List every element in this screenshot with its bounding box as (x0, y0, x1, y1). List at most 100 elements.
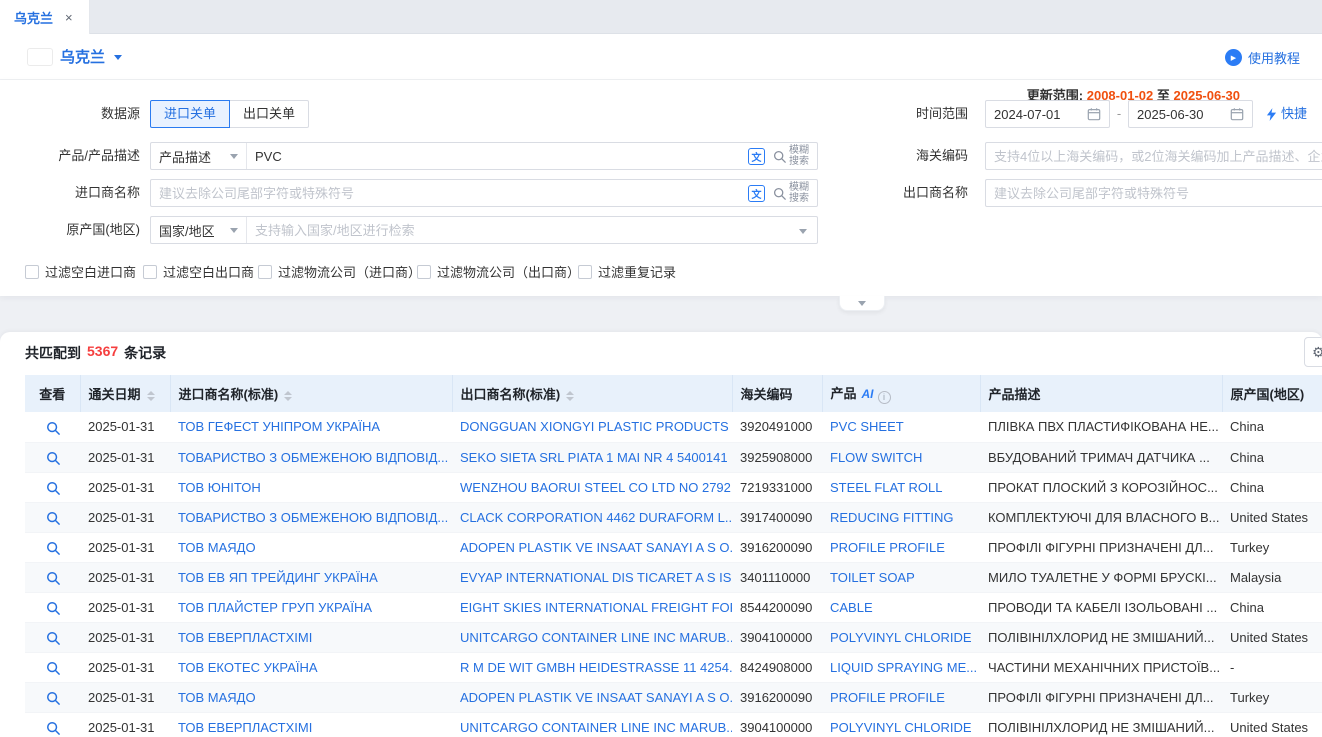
exporter-name-link[interactable]: UNITCARGO CONTAINER LINE INC MARUB... (452, 712, 732, 737)
column-importer-name[interactable]: 进口商名称(标准) (170, 375, 452, 412)
view-record-button[interactable] (25, 622, 80, 652)
exporter-name-link[interactable]: R M DE WIT GMBH HEIDESTRASSE 11 4254... (452, 652, 732, 682)
view-record-button[interactable] (25, 532, 80, 562)
table-settings-button[interactable]: ⚙ (1304, 337, 1322, 367)
origin-type-select[interactable]: 国家/地区 (151, 217, 247, 243)
fuzzy-search-toggle[interactable]: 模糊搜索 (773, 182, 809, 204)
importer-name-link[interactable]: ТОВ ЕВЕРПЛАСТХІМІ (170, 712, 452, 737)
magnifier-icon (46, 691, 60, 705)
exporter-name-link[interactable]: WENZHOU BAORUI STEEL CO LTD NO 2792... (452, 472, 732, 502)
origin-label: 原产国(地区) (0, 216, 140, 244)
filter-duplicate-records-checkbox[interactable]: 过滤重复记录 (578, 262, 676, 281)
view-record-button[interactable] (25, 682, 80, 712)
product-link[interactable]: PVC SHEET (822, 412, 980, 442)
country-selector[interactable]: 乌克兰 (60, 46, 105, 67)
exporter-name-link[interactable]: ADOPEN PLASTIK VE INSAAT SANAYI A S O... (452, 532, 732, 562)
importer-name-link[interactable]: ТОВ ЕВ ЯП ТРЕЙДИНГ УКРАЇНА (170, 562, 452, 592)
quick-select-button[interactable]: 快捷 (1266, 100, 1307, 128)
product-type-select[interactable]: 产品描述 (151, 143, 247, 169)
match-prefix: 共匹配到 (25, 343, 81, 363)
tab-close-icon[interactable]: × (65, 11, 73, 24)
import-declarations-button[interactable]: 进口关单 (150, 100, 230, 128)
exporter-name-link[interactable]: CLACK CORPORATION 4462 DURAFORM L... (452, 502, 732, 532)
filter-logistics-exporter-checkbox[interactable]: 过滤物流公司（出口商） (417, 262, 580, 281)
filter-blank-exporter-checkbox[interactable]: 过滤空白出口商 (143, 262, 254, 281)
exporter-name-link[interactable]: ADOPEN PLASTIK VE INSAAT SANAYI A S O... (452, 682, 732, 712)
export-declarations-button[interactable]: 出口关单 (230, 100, 309, 128)
importer-name-link[interactable]: ТОВ ЕВЕРПЛАСТХІМІ (170, 622, 452, 652)
checkbox-label: 过滤物流公司（出口商） (437, 262, 580, 281)
product-search-input[interactable] (247, 143, 748, 169)
hscode-input[interactable] (985, 142, 1322, 170)
column-exporter-name[interactable]: 出口商名称(标准) (452, 375, 732, 412)
view-record-button[interactable] (25, 562, 80, 592)
view-record-button[interactable] (25, 472, 80, 502)
exporter-name-link[interactable]: DONGGUAN XIONGYI PLASTIC PRODUCTS ... (452, 412, 732, 442)
info-icon[interactable]: i (878, 391, 891, 404)
gear-icon: ⚙ (1312, 344, 1322, 361)
importer-name-link[interactable]: ТОВ МАЯДО (170, 532, 452, 562)
table-row: 2025-01-31ТОВ ПЛАЙСТЕР ГРУП УКРАЇНАEIGHT… (25, 592, 1322, 622)
filter-logistics-importer-checkbox[interactable]: 过滤物流公司（进口商） (258, 262, 421, 281)
exporter-name-link[interactable]: EIGHT SKIES INTERNATIONAL FREIGHT FOR... (452, 592, 732, 622)
product-link[interactable]: CABLE (822, 592, 980, 622)
view-record-button[interactable] (25, 442, 80, 472)
sort-icon[interactable] (147, 391, 155, 401)
exporter-name-link[interactable]: SEKO SIETA SRL PIATA 1 MAI NR 4 5400141 … (452, 442, 732, 472)
fuzzy-search-toggle[interactable]: 模糊搜索 (773, 145, 809, 167)
product-link[interactable]: FLOW SWITCH (822, 442, 980, 472)
importer-name-link[interactable]: ТОВ ЮНІТОН (170, 472, 452, 502)
tab-ukraine[interactable]: 乌克兰 × (0, 0, 90, 34)
origin-input[interactable] (247, 217, 799, 243)
importer-input-icons: 文 模糊搜索 (748, 182, 817, 204)
exporter-name-link[interactable]: EVYAP INTERNATIONAL DIS TICARET A S IS..… (452, 562, 732, 592)
importer-name-link[interactable]: ТОВ ГЕФЕСТ УНІПРОМ УКРАЇНА (170, 412, 452, 442)
view-record-button[interactable] (25, 712, 80, 737)
origin-country-cell: Turkey (1222, 532, 1322, 562)
exporter-name-link[interactable]: UNITCARGO CONTAINER LINE INC MARUB... (452, 622, 732, 652)
product-description-cell: ПРОКАТ ПЛОСКИЙ З КОРОЗІЙНОС... (980, 472, 1222, 502)
importer-name-link[interactable]: ТОВ МАЯДО (170, 682, 452, 712)
view-record-button[interactable] (25, 592, 80, 622)
translate-icon[interactable]: 文 (748, 185, 765, 202)
chevron-down-icon[interactable] (114, 55, 122, 60)
view-record-button[interactable] (25, 412, 80, 442)
importer-name-link[interactable]: ТОВ ЕКОТЕС УКРАЇНА (170, 652, 452, 682)
origin-country-cell: Malaysia (1222, 562, 1322, 592)
sort-icon[interactable] (284, 391, 292, 401)
view-record-button[interactable] (25, 652, 80, 682)
product-description-cell: ПОЛІВІНІЛХЛОРИД НЕ ЗМІШАНИЙ... (980, 712, 1222, 737)
filter-blank-importer-checkbox[interactable]: 过滤空白进口商 (25, 262, 136, 281)
importer-name-link[interactable]: ТОВАРИСТВО З ОБМЕЖЕНОЮ ВІДПОВІД... (170, 442, 452, 472)
table-row: 2025-01-31ТОВ ЕКОТЕС УКРАЇНАR M DE WIT G… (25, 652, 1322, 682)
date-end-input[interactable]: 2025-06-30 (1128, 100, 1253, 128)
product-link[interactable]: REDUCING FITTING (822, 502, 980, 532)
origin-country-cell: United States (1222, 712, 1322, 737)
product-link[interactable]: TOILET SOAP (822, 562, 980, 592)
product-link[interactable]: PROFILE PROFILE (822, 682, 980, 712)
product-link[interactable]: LIQUID SPRAYING ME... (822, 652, 980, 682)
product-link[interactable]: PROFILE PROFILE (822, 532, 980, 562)
importer-input[interactable] (151, 180, 748, 206)
translate-icon[interactable]: 文 (748, 148, 765, 165)
lightning-icon (1266, 108, 1277, 121)
clearance-date-cell: 2025-01-31 (80, 472, 170, 502)
product-link[interactable]: STEEL FLAT ROLL (822, 472, 980, 502)
column-clearance-date[interactable]: 通关日期 (80, 375, 170, 412)
table-row: 2025-01-31ТОВ ЕВЕРПЛАСТХІМІUNITCARGO CON… (25, 712, 1322, 737)
importer-name-link[interactable]: ТОВАРИСТВО З ОБМЕЖЕНОЮ ВІДПОВІД... (170, 502, 452, 532)
collapse-filters-button[interactable] (839, 296, 885, 311)
date-start-input[interactable]: 2024-07-01 (985, 100, 1110, 128)
tutorial-link[interactable]: ▶ 使用教程 (1225, 48, 1300, 67)
sort-icon[interactable] (566, 391, 574, 401)
importer-name-link[interactable]: ТОВ ПЛАЙСТЕР ГРУП УКРАЇНА (170, 592, 452, 622)
product-link[interactable]: POLYVINYL CHLORIDE (822, 712, 980, 737)
chevron-down-icon[interactable] (799, 221, 807, 239)
product-description-cell: ПОЛІВІНІЛХЛОРИД НЕ ЗМІШАНИЙ... (980, 622, 1222, 652)
exporter-input[interactable] (985, 179, 1322, 207)
tutorial-icon: ▶ (1225, 49, 1242, 66)
product-link[interactable]: POLYVINYL CHLORIDE (822, 622, 980, 652)
column-origin-country: 原产国(地区) (1222, 375, 1322, 412)
product-description-cell: МИЛО ТУАЛЕТНЕ У ФОРМІ БРУСКІ... (980, 562, 1222, 592)
view-record-button[interactable] (25, 502, 80, 532)
